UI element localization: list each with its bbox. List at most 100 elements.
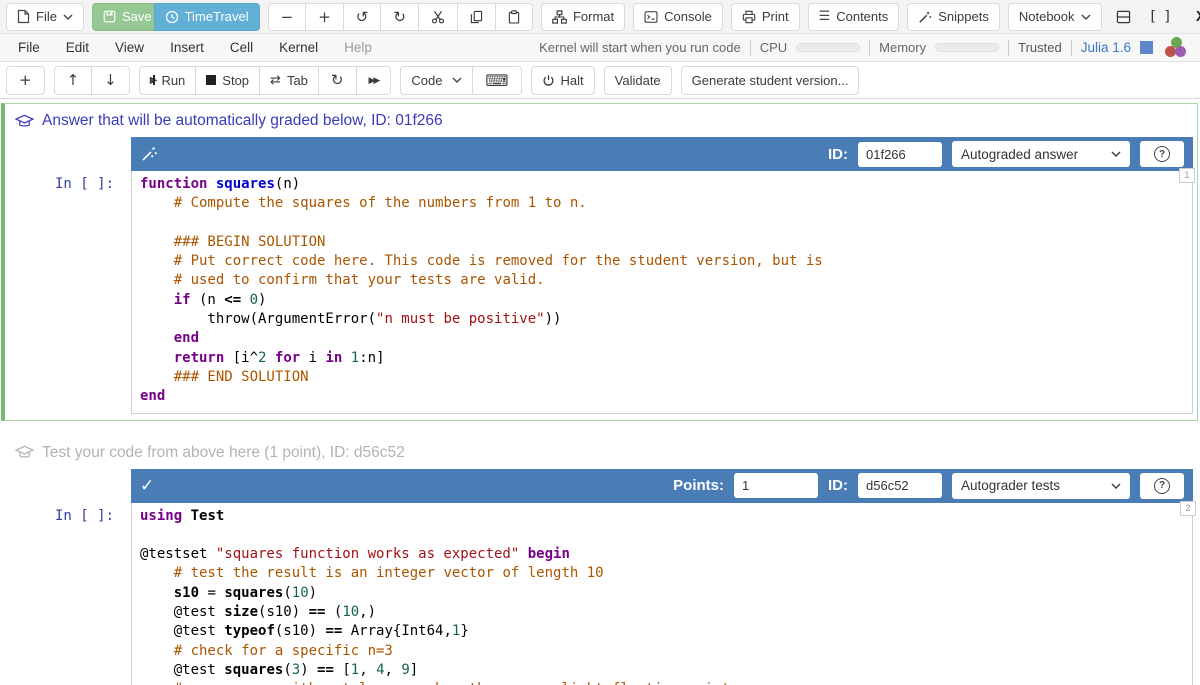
print-button[interactable]: Print bbox=[731, 3, 800, 31]
menu-insert[interactable]: Insert bbox=[157, 40, 217, 55]
zoom-in-button[interactable]: + bbox=[306, 3, 344, 31]
stop-icon bbox=[206, 75, 216, 85]
notebook-menubar: File Edit View Insert Cell Kernel Help K… bbox=[0, 34, 1200, 62]
paste-button[interactable] bbox=[496, 3, 533, 31]
copy-button[interactable] bbox=[458, 3, 496, 31]
code-input-row: In [ ]: using Test @testset "squares fun… bbox=[9, 503, 1193, 685]
nbgrader-help-button[interactable]: ? bbox=[1140, 473, 1184, 499]
close-frame-button[interactable]: X ⇲ bbox=[1186, 3, 1200, 31]
memory-label: Memory bbox=[879, 40, 926, 55]
magic-wand-icon bbox=[140, 145, 158, 163]
nbgrader-toolbar: ID: Autograded answer ? bbox=[131, 137, 1193, 171]
cocalc-jupyter-window: File Save TimeTravel − + ↺ ↻ bbox=[0, 0, 1200, 685]
code-editor[interactable]: function squares(n) # Compute the square… bbox=[131, 171, 1193, 414]
scissors-icon bbox=[431, 10, 445, 24]
tab-icon: ⇄ bbox=[270, 73, 281, 88]
julia-logo-icon bbox=[1162, 37, 1186, 59]
cell-grade-type-select[interactable]: Autograded answer bbox=[952, 141, 1130, 167]
nbgrader-cell-header: Answer that will be automatically graded… bbox=[9, 108, 1193, 137]
question-mark-icon: ? bbox=[1154, 146, 1170, 162]
minus-icon: − bbox=[281, 8, 294, 26]
nbgrader-help-button[interactable]: ? bbox=[1140, 141, 1184, 167]
cell-autograded-answer[interactable]: Answer that will be automatically graded… bbox=[1, 103, 1198, 421]
cell-points-input[interactable] bbox=[734, 473, 818, 498]
clock-icon bbox=[165, 10, 179, 24]
menu-file[interactable]: File bbox=[14, 40, 53, 55]
split-horizontal-icon bbox=[1116, 10, 1131, 24]
notebook-body: Answer that will be automatically graded… bbox=[0, 99, 1200, 685]
graduation-cap-icon bbox=[15, 445, 34, 460]
cell-id-input[interactable] bbox=[858, 142, 942, 167]
move-cell-down-button[interactable]: ↓ bbox=[92, 66, 130, 95]
close-x-icon: X bbox=[1196, 8, 1200, 25]
cell-toolbar: + ↑ ↓ ▶ Run Stop ⇄ Tab ↻ ▶▶ Code bbox=[0, 62, 1200, 99]
code-editor[interactable]: using Test @testset "squares function wo… bbox=[131, 503, 1193, 685]
input-prompt: In [ ]: bbox=[9, 503, 131, 685]
separator bbox=[1071, 40, 1072, 56]
stop-button[interactable]: Stop bbox=[196, 66, 260, 95]
menu-edit[interactable]: Edit bbox=[53, 40, 102, 55]
tab-button[interactable]: ⇄ Tab bbox=[260, 66, 319, 95]
validate-button[interactable]: Validate bbox=[604, 66, 672, 95]
menu-help[interactable]: Help bbox=[331, 40, 385, 55]
play-icon: ▶ bbox=[150, 75, 156, 86]
notebook-menu-button[interactable]: Notebook bbox=[1008, 3, 1102, 31]
cell-autograder-tests[interactable]: Test your code from above here (1 point)… bbox=[1, 435, 1198, 685]
paste-icon bbox=[508, 10, 520, 24]
redo-button[interactable]: ↻ bbox=[381, 3, 419, 31]
contents-button[interactable]: ☰ Contents bbox=[808, 3, 900, 31]
console-button[interactable]: Console bbox=[633, 3, 723, 31]
restart-kernel-button[interactable]: ↻ bbox=[319, 66, 357, 95]
run-control-group: ▶ Run Stop ⇄ Tab ↻ ▶▶ bbox=[139, 66, 392, 95]
plus-icon: + bbox=[318, 8, 331, 26]
save-icon bbox=[103, 10, 116, 23]
cell-type-select[interactable]: Code bbox=[400, 66, 473, 95]
halt-button[interactable]: Halt bbox=[531, 66, 595, 95]
cut-button[interactable] bbox=[419, 3, 458, 31]
nbgrader-toolbar: ✓ Points: ID: Autograder tests ? bbox=[131, 469, 1193, 503]
memory-meter bbox=[935, 43, 999, 52]
cell-type-group: Code ⌨ bbox=[400, 66, 521, 95]
kernel-name[interactable]: Julia 1.6 bbox=[1081, 40, 1131, 55]
separator bbox=[1008, 40, 1009, 56]
undo-button[interactable]: ↺ bbox=[344, 3, 382, 31]
chevron-down-icon bbox=[63, 14, 73, 20]
insert-cell-button[interactable]: + bbox=[6, 66, 45, 95]
cell-header-text: Test your code from above here (1 point)… bbox=[42, 444, 405, 462]
menu-kernel[interactable]: Kernel bbox=[266, 40, 331, 55]
move-cell-up-button[interactable]: ↑ bbox=[54, 66, 93, 95]
split-frame-button[interactable] bbox=[1110, 3, 1137, 31]
zoom-out-button[interactable]: − bbox=[268, 3, 307, 31]
snippets-button[interactable]: Snippets bbox=[907, 3, 1000, 31]
file-menu-button[interactable]: File bbox=[6, 3, 84, 31]
cell-grade-type-select[interactable]: Autograder tests bbox=[952, 473, 1130, 499]
format-button[interactable]: Format bbox=[541, 3, 625, 31]
menu-view[interactable]: View bbox=[102, 40, 157, 55]
chevron-down-icon bbox=[1081, 14, 1091, 20]
kernel-status-text: Kernel will start when you run code bbox=[539, 40, 741, 55]
run-cell-button[interactable]: ▶ Run bbox=[139, 66, 197, 95]
power-icon bbox=[542, 74, 555, 87]
keyboard-shortcuts-button[interactable]: ⌨ bbox=[473, 66, 521, 95]
separator bbox=[750, 40, 751, 56]
fast-forward-icon: ▶▶ bbox=[369, 75, 379, 86]
run-all-button[interactable]: ▶▶ bbox=[357, 66, 392, 95]
cell-id-input[interactable] bbox=[858, 473, 942, 498]
input-prompt: In [ ]: bbox=[9, 171, 131, 414]
save-button[interactable]: Save bbox=[92, 3, 163, 31]
printer-icon bbox=[742, 10, 756, 24]
keyboard-icon: ⌨ bbox=[485, 71, 508, 90]
menu-cell[interactable]: Cell bbox=[217, 40, 266, 55]
fullscreen-button[interactable]: [ ] bbox=[1145, 3, 1178, 31]
generate-student-version-button[interactable]: Generate student version... bbox=[681, 66, 860, 95]
document-icon bbox=[17, 9, 30, 24]
frame-toolbar: File Save TimeTravel − + ↺ ↻ bbox=[0, 0, 1200, 34]
kernel-busy-indicator bbox=[1140, 41, 1153, 54]
timetravel-button[interactable]: TimeTravel bbox=[154, 3, 260, 31]
plus-icon: + bbox=[19, 71, 32, 89]
arrow-down-icon: ↓ bbox=[104, 71, 117, 89]
id-label: ID: bbox=[828, 146, 848, 163]
redo-icon: ↻ bbox=[393, 8, 406, 26]
chevron-down-icon bbox=[1111, 483, 1121, 489]
sitemap-icon bbox=[552, 10, 567, 24]
